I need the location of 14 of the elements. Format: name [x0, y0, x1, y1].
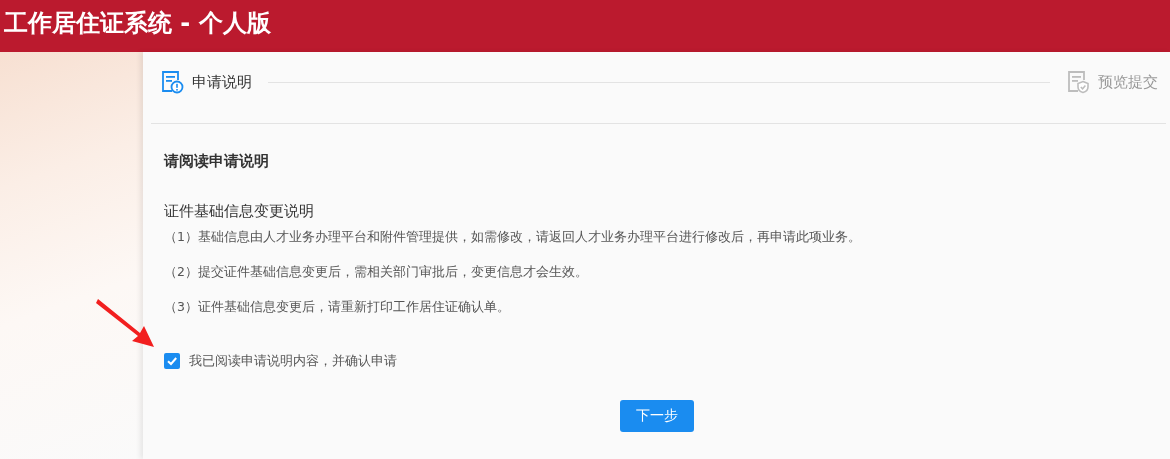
document-warning-icon: [160, 70, 184, 94]
checkbox[interactable]: [164, 353, 180, 369]
section-subtitle: 证件基础信息变更说明: [164, 201, 314, 221]
checkbox-label: 我已阅读申请说明内容，并确认申请: [189, 352, 397, 370]
annotation-arrow: [96, 297, 156, 349]
document-shield-icon: [1066, 70, 1090, 94]
window-title: 工作居住证系统 - 个人版: [3, 8, 272, 39]
notice-item: （3）证件基础信息变更后，请重新打印工作居住证确认单。: [164, 298, 510, 316]
step-label: 申请说明: [192, 72, 252, 92]
notice-item: （1）基础信息由人才业务办理平台和附件管理提供，如需修改，请返回人才业务办理平台进行修改后，再申请此项业务。: [164, 228, 861, 246]
notice-item: （2）提交证件基础信息变更后，需相关部门审批后，变更信息才会生效。: [164, 263, 588, 281]
next-button[interactable]: 下一步: [620, 400, 694, 432]
step-label: 预览提交: [1098, 72, 1158, 92]
section-heading: 请阅读申请说明: [164, 151, 269, 171]
